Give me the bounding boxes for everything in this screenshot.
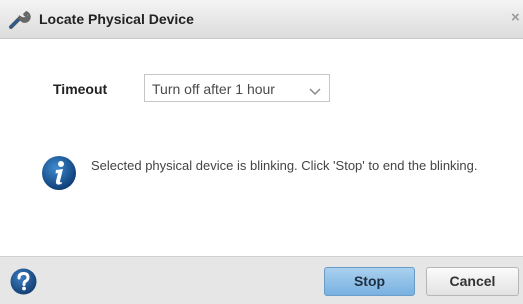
- dialog-title: Locate Physical Device: [39, 11, 194, 27]
- dialog-footer: Stop Cancel: [0, 256, 523, 304]
- timeout-select-value: Turn off after 1 hour: [152, 81, 275, 97]
- help-icon[interactable]: [10, 268, 37, 295]
- wrench-icon: [8, 8, 32, 30]
- close-icon[interactable]: ×: [511, 9, 520, 26]
- status-message: Selected physical device is blinking. Cl…: [91, 158, 478, 173]
- chevron-down-icon: [309, 84, 321, 96]
- timeout-select[interactable]: Turn off after 1 hour: [144, 74, 330, 102]
- cancel-button[interactable]: Cancel: [426, 267, 519, 296]
- stop-button[interactable]: Stop: [324, 267, 415, 296]
- dialog-titlebar: Locate Physical Device ×: [0, 0, 523, 39]
- locate-device-dialog: Locate Physical Device × Timeout Turn of…: [0, 0, 523, 304]
- info-icon: [41, 155, 77, 191]
- timeout-label: Timeout: [53, 81, 108, 97]
